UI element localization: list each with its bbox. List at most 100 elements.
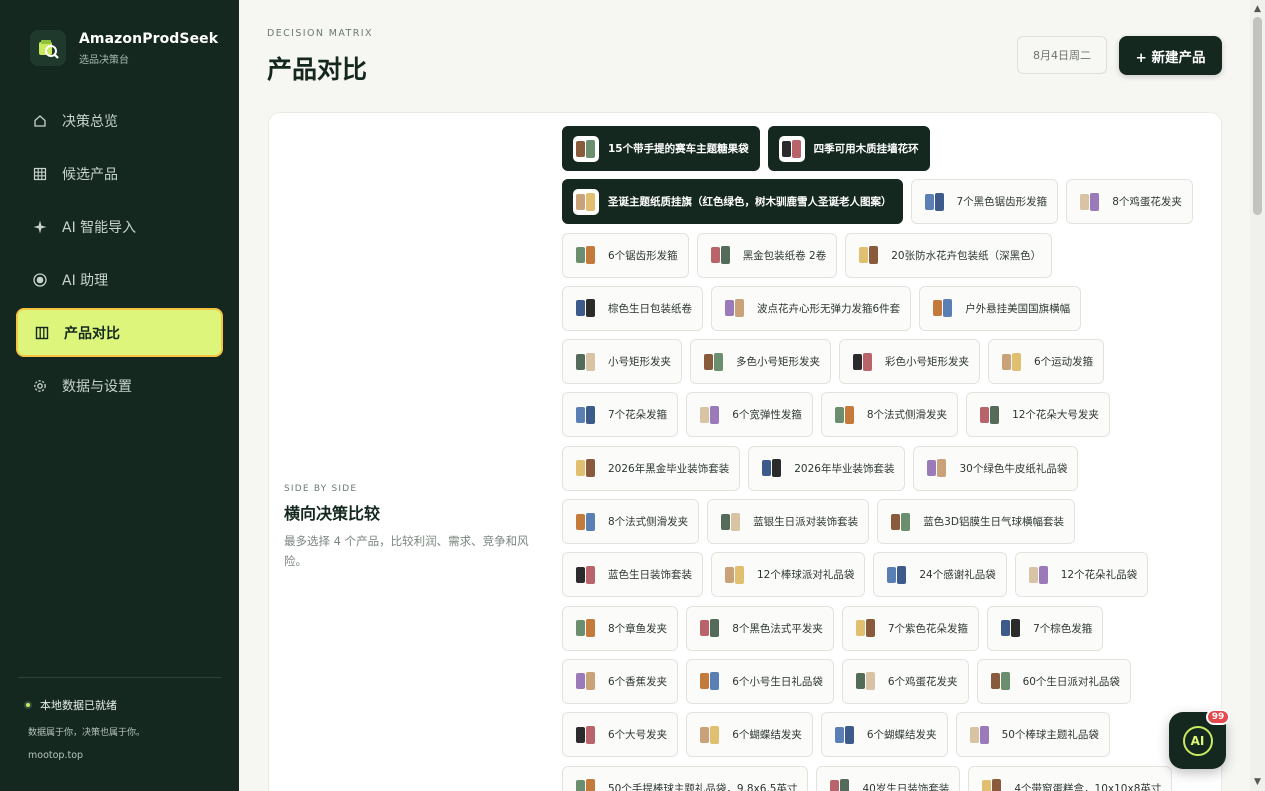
product-chip[interactable]: 2026年毕业装饰套装 [748, 445, 906, 491]
product-chip[interactable]: 6个宽弹性发箍 [686, 392, 813, 438]
product-chip[interactable]: 彩色小号矩形发夹 [839, 339, 980, 385]
product-chip-row: 6个香蕉发夹 6个小号生日礼品袋 6个鸡蛋花发夹 60个生日派对礼品袋 [562, 658, 1212, 704]
product-chip-label: 7个花朵发箍 [608, 409, 668, 422]
product-chip-label: 6个鸡蛋花发夹 [887, 675, 958, 688]
product-chip[interactable]: 12个棒球派对礼品袋 [711, 552, 866, 598]
product-chip[interactable]: 多色小号矩形发夹 [690, 339, 831, 385]
brand-subtitle: 选品决策台 [79, 54, 129, 66]
brand[interactable]: AmazonProdSeek 选品决策台 [30, 30, 218, 66]
product-chip[interactable]: 24个感谢礼品袋 [873, 552, 1007, 598]
product-chip-label: 6个蝴蝶结发夹 [866, 729, 937, 742]
product-chip[interactable]: 4个带窗蛋糕盒，10x10x8英寸 [968, 765, 1173, 791]
product-chip[interactable]: 50个手提棒球主题礼品袋，9.8x6.5英寸 [562, 765, 809, 791]
sidebar-item-ai-import[interactable]: AI 智能导入 [16, 202, 223, 251]
product-thumbnail-icon [988, 668, 1014, 694]
product-thumbnail-icon [573, 242, 599, 268]
product-chip-label: 6个蝴蝶结发夹 [732, 729, 802, 742]
sidebar-item-overview[interactable]: 决策总览 [16, 96, 223, 145]
scroll-down-icon[interactable]: ▼ [1252, 776, 1263, 788]
scroll-up-icon[interactable]: ▲ [1252, 3, 1263, 15]
product-thumbnail-icon [850, 349, 876, 375]
product-chip[interactable]: 波点花卉心形无弹力发箍6件套 [711, 285, 912, 331]
product-chip[interactable]: 60个生日派对礼品袋 [976, 658, 1131, 704]
product-chip[interactable]: 黑金包装纸卷 2卷 [696, 232, 838, 278]
product-chip[interactable]: 圣诞主题纸质挂旗（红色绿色，树木驯鹿雪人圣诞老人图案） [562, 179, 903, 225]
product-chip-label: 8个鸡蛋花发夹 [1112, 196, 1182, 209]
page-scrollbar[interactable]: ▲ ▼ [1250, 0, 1265, 791]
product-chip[interactable]: 8个黑色法式平发夹 [686, 605, 834, 651]
product-chip[interactable]: 8个章鱼发夹 [562, 605, 679, 651]
product-chip-row: 棕色生日包装纸卷 波点花卉心形无弹力发箍6件套 户外悬挂美国国旗横幅 [562, 285, 1212, 331]
product-thumbnail-icon [998, 615, 1024, 641]
product-chip[interactable]: 7个棕色发箍 [987, 605, 1104, 651]
page-eyebrow: DECISION MATRIX [267, 28, 373, 39]
product-chip-label: 8个章鱼发夹 [608, 622, 668, 635]
product-thumbnail-icon [697, 722, 723, 748]
product-chip[interactable]: 8个法式侧滑发夹 [562, 499, 700, 545]
product-chip-row: 圣诞主题纸质挂旗（红色绿色，树木驯鹿雪人圣诞老人图案） 7个黑色锯齿形发箍 8个鸡蛋… [562, 179, 1212, 225]
product-chip[interactable]: 6个运动发箍 [988, 339, 1105, 385]
product-chip[interactable]: 6个蝴蝶结发夹 [820, 712, 948, 758]
product-chip[interactable]: 50个棒球主题礼品袋 [955, 712, 1110, 758]
product-chip-label: 2026年毕业装饰套装 [794, 462, 895, 475]
product-chip-label: 30个绿色牛皮纸礼品袋 [959, 462, 1068, 475]
product-chip-label: 2026年黑金毕业装饰套装 [608, 462, 730, 475]
page-title: 产品对比 [267, 55, 368, 84]
product-chip[interactable]: 30个绿色牛皮纸礼品袋 [913, 445, 1079, 491]
product-thumbnail-icon [573, 455, 599, 481]
product-chip-label: 24个感谢礼品袋 [919, 569, 996, 582]
radio-icon [33, 272, 47, 287]
product-chip[interactable]: 6个大号发夹 [562, 712, 679, 758]
product-chip[interactable]: 小号矩形发夹 [562, 339, 682, 385]
product-chip[interactable]: 8个法式侧滑发夹 [820, 392, 959, 438]
product-chip[interactable]: 6个蝴蝶结发夹 [686, 712, 813, 758]
product-chip[interactable]: 6个香蕉发夹 [562, 658, 679, 704]
product-chip[interactable]: 户外悬挂美国国旗横幅 [919, 285, 1082, 331]
data-status: 本地数据已就绪 [24, 697, 145, 713]
product-chip-label: 6个运动发箍 [1034, 356, 1094, 369]
product-chip[interactable]: 8个鸡蛋花发夹 [1066, 179, 1193, 225]
sidebar-item-ai-assistant[interactable]: AI 助理 [16, 255, 223, 304]
product-chip[interactable]: 棕色生日包装纸卷 [562, 285, 703, 331]
product-chip[interactable]: 7个紫色花朵发箍 [841, 605, 980, 651]
product-chip-label: 12个花朵大号发夹 [1012, 409, 1099, 422]
scrollbar-thumb[interactable] [1253, 17, 1262, 215]
product-chip[interactable]: 蓝银生日派对装饰套装 [707, 499, 870, 545]
side-by-side-intro: SIDE BY SIDE 横向决策比较 最多选择 4 个产品，比较利润、需求、竞… [284, 484, 544, 571]
sidebar-item-settings[interactable]: 数据与设置 [16, 361, 223, 410]
product-chip[interactable]: 15个带手提的赛车主题糖果袋 [562, 126, 760, 171]
product-chip[interactable]: 6个鸡蛋花发夹 [841, 658, 969, 704]
product-chip-label: 7个棕色发箍 [1033, 622, 1093, 635]
sidebar-item-compare[interactable]: 产品对比 [16, 308, 223, 357]
product-chip-row: 6个锯齿形发箍 黑金包装纸卷 2卷 20张防水花卉包装纸（深黑色） [562, 232, 1212, 278]
product-thumbnail-icon [922, 189, 948, 215]
product-chip[interactable]: 40岁生日装饰套装 [816, 765, 961, 791]
sidebar-item-label: 数据与设置 [62, 378, 132, 395]
product-chip[interactable]: 2026年黑金毕业装饰套装 [562, 445, 741, 491]
product-thumbnail-icon [853, 668, 879, 694]
product-chip[interactable]: 7个花朵发箍 [562, 392, 679, 438]
product-thumbnail-icon [573, 188, 599, 215]
product-chip[interactable]: 蓝色生日装饰套装 [562, 552, 703, 598]
notification-badge: 99 [1206, 709, 1230, 725]
product-chip[interactable]: 12个花朵大号发夹 [966, 392, 1110, 438]
new-product-button[interactable]: + 新建产品 [1119, 36, 1222, 75]
product-chip[interactable]: 四季可用木质挂墙花环 [767, 126, 930, 171]
product-chip[interactable]: 20张防水花卉包装纸（深黑色） [845, 232, 1053, 278]
product-thumbnail-icon [573, 135, 599, 162]
product-thumbnail-icon [697, 668, 723, 694]
product-chip[interactable]: 7个黑色锯齿形发箍 [910, 179, 1059, 225]
site-link[interactable]: mootop.top [28, 750, 145, 761]
product-chip[interactable]: 12个花朵礼品袋 [1014, 552, 1149, 598]
product-chip-row: 8个法式侧滑发夹 蓝银生日派对装饰套装 蓝色3D铝膜生日气球横幅套装 [562, 499, 1212, 545]
product-chip-row: 蓝色生日装饰套装 12个棒球派对礼品袋 24个感谢礼品袋 12个花朵礼品袋 [562, 552, 1212, 598]
home-icon [33, 114, 47, 128]
sidebar-item-candidates[interactable]: 候选产品 [16, 149, 223, 198]
product-chip-label: 12个花朵礼品袋 [1060, 569, 1138, 582]
sparkle-icon [33, 220, 47, 234]
panel-title: 横向决策比较 [284, 504, 381, 523]
product-chip[interactable]: 6个小号生日礼品袋 [686, 658, 834, 704]
product-chip-label: 圣诞主题纸质挂旗（红色绿色，树木驯鹿雪人圣诞老人图案） [608, 196, 892, 209]
product-chip[interactable]: 6个锯齿形发箍 [562, 232, 689, 278]
product-chip[interactable]: 蓝色3D铝膜生日气球横幅套装 [877, 499, 1075, 545]
